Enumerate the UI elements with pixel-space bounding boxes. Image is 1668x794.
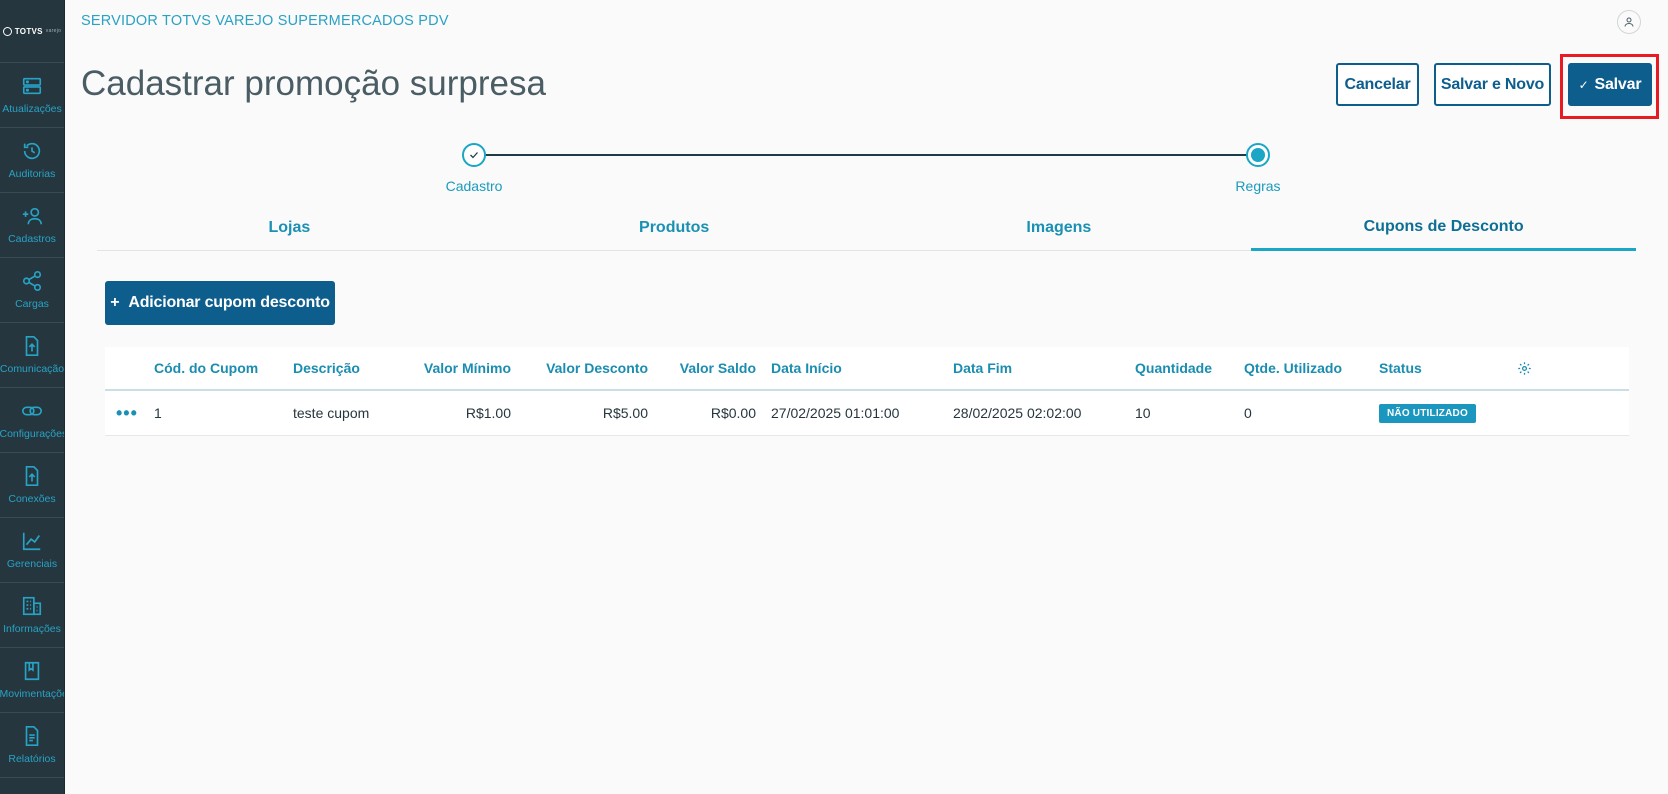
building-icon: [22, 596, 42, 616]
sidebar-item-comunicacao[interactable]: Comunicação: [0, 323, 64, 388]
upload-file-icon: [25, 336, 39, 356]
col-data-inicio[interactable]: Data Início: [771, 347, 842, 389]
cell-data-fim: 28/02/2025 02:02:00: [953, 405, 1082, 421]
row-actions-more-icon[interactable]: •••: [116, 391, 138, 435]
step-cadastro-done[interactable]: [462, 143, 486, 167]
main-content: SERVIDOR TOTVS VAREJO SUPERMERCADOS PDV …: [65, 0, 1668, 794]
table-settings-gear-icon[interactable]: [1517, 347, 1532, 389]
share-icon: [22, 271, 42, 291]
sidebar-item-label: Atualizações: [2, 103, 62, 115]
stepper: Cadastro Regras: [65, 140, 1668, 200]
sidebar-item-cargas[interactable]: Cargas: [0, 258, 64, 323]
document-icon: [25, 726, 39, 746]
sidebar-item-label: Configurações: [0, 428, 64, 440]
upload-file-icon: [25, 466, 39, 486]
cell-valor-desconto: R$5.00: [602, 405, 648, 421]
book-icon: [24, 661, 40, 681]
col-descricao[interactable]: Descrição: [293, 347, 360, 389]
sidebar-item-atualizacoes[interactable]: Atualizações: [0, 63, 64, 128]
sidebar-item-label: Relatórios: [8, 753, 56, 765]
cancel-button[interactable]: Cancelar: [1336, 63, 1419, 106]
logo-sub-text: varejo: [45, 28, 62, 34]
sidebar-item-relatorios[interactable]: Relatórios: [0, 713, 64, 778]
sidebar-item-label: Cargas: [15, 298, 49, 310]
add-coupon-label: Adicionar cupom desconto: [128, 294, 330, 311]
page-title: Cadastrar promoção surpresa: [81, 64, 546, 103]
sidebar-item-gerenciais[interactable]: Gerenciais: [0, 518, 64, 583]
col-valor-saldo[interactable]: Valor Saldo: [665, 347, 756, 389]
app-title: SERVIDOR TOTVS VAREJO SUPERMERCADOS PDV: [81, 13, 449, 29]
col-data-fim[interactable]: Data Fim: [953, 347, 1012, 389]
col-codigo[interactable]: Cód. do Cupom: [154, 347, 258, 389]
table-header: Cód. do Cupom Descrição Valor Mínimo Val…: [105, 347, 1629, 391]
step-label-regras: Regras: [1235, 178, 1281, 194]
stepper-line: [474, 154, 1258, 156]
history-icon: [23, 142, 41, 160]
cell-valor-saldo: R$0.00: [710, 405, 756, 421]
plus-icon: +: [110, 294, 120, 311]
add-user-icon: [22, 207, 42, 225]
sidebar-item-auditorias[interactable]: Auditorias: [0, 128, 64, 193]
cell-qtde-utilizado: 0: [1244, 405, 1252, 421]
cell-status: NÃO UTILIZADO: [1379, 391, 1476, 435]
sidebar-item-movimentacoes[interactable]: Movimentações: [0, 648, 64, 713]
status-badge: NÃO UTILIZADO: [1379, 403, 1476, 423]
sidebar-item-conexoes[interactable]: Conexões: [0, 453, 64, 518]
sidebar-item-label: Gerenciais: [6, 558, 58, 570]
user-avatar-icon[interactable]: [1617, 10, 1641, 34]
step-label-cadastro: Cadastro: [445, 178, 503, 194]
totvs-logo: TOTVS varejo: [0, 0, 64, 63]
sidebar-item-label: Informações: [3, 623, 61, 635]
logo-text: TOTVS: [14, 26, 43, 36]
chart-icon: [22, 532, 41, 551]
sidebar-item-informacoes[interactable]: Informações: [0, 583, 64, 648]
tab-imagens[interactable]: Imagens: [867, 206, 1252, 250]
cell-codigo: 1: [154, 405, 162, 421]
step-regras-current[interactable]: [1246, 143, 1270, 167]
coupons-table: Cód. do Cupom Descrição Valor Mínimo Val…: [105, 347, 1629, 436]
col-quantidade[interactable]: Quantidade: [1135, 347, 1212, 389]
sidebar-item-label: Conexões: [8, 493, 56, 505]
sidebar-item-label: Movimentações: [0, 688, 64, 700]
tab-cupons-de-desconto[interactable]: Cupons de Desconto: [1251, 206, 1636, 251]
add-coupon-button[interactable]: + Adicionar cupom desconto: [105, 281, 335, 325]
sidebar-item-configuracoes[interactable]: Configurações: [0, 388, 64, 453]
tab-lojas[interactable]: Lojas: [97, 206, 482, 250]
link-icon: [22, 406, 42, 416]
tab-produtos[interactable]: Produtos: [482, 206, 867, 250]
save-button-highlight: [1560, 54, 1659, 119]
col-status[interactable]: Status: [1379, 347, 1422, 389]
table-row[interactable]: ••• 1 teste cupom R$1.00 R$5.00 R$0.00 2…: [105, 391, 1629, 436]
check-icon: [470, 152, 478, 159]
cell-quantidade: 10: [1135, 405, 1151, 421]
sidebar: TOTVS varejo Atualizações Auditorias Cad…: [0, 0, 65, 794]
sidebar-item-label: Cadastros: [8, 233, 56, 245]
col-valor-minimo[interactable]: Valor Mínimo: [395, 347, 511, 389]
logo-mark-icon: [2, 26, 12, 36]
col-qtde-utilizado[interactable]: Qtde. Utilizado: [1244, 347, 1342, 389]
current-step-dot: [1251, 148, 1265, 162]
sidebar-item-label: Comunicação: [0, 363, 64, 375]
save-and-new-button[interactable]: Salvar e Novo: [1434, 63, 1551, 106]
cell-valor-minimo: R$1.00: [465, 405, 511, 421]
sidebar-item-label: Auditorias: [8, 168, 56, 180]
cell-data-inicio: 27/02/2025 01:01:00: [771, 405, 900, 421]
col-valor-desconto[interactable]: Valor Desconto: [535, 347, 648, 389]
tabs: Lojas Produtos Imagens Cupons de Descont…: [97, 206, 1636, 251]
cell-descricao: teste cupom: [293, 405, 370, 421]
sidebar-item-cadastros[interactable]: Cadastros: [0, 193, 64, 258]
server-icon: [22, 77, 42, 95]
